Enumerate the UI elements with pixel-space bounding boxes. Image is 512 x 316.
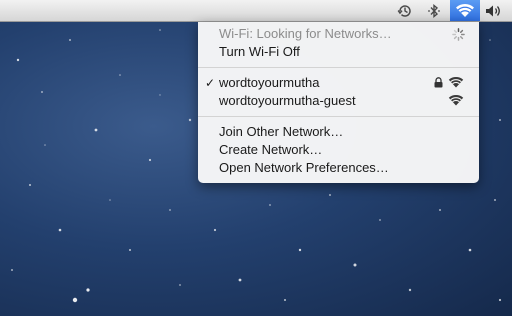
network-item[interactable]: wordtoyourmutha-guest xyxy=(198,92,479,110)
wifi-signal-icon xyxy=(448,76,464,88)
network-name: wordtoyourmutha xyxy=(219,75,320,90)
open-network-preferences-item[interactable]: Open Network Preferences… xyxy=(198,159,479,177)
menu-bar xyxy=(0,0,512,22)
lock-icon xyxy=(434,77,443,88)
wifi-status-label: Wi-Fi: Looking for Networks… xyxy=(219,26,392,41)
join-other-network-label: Join Other Network… xyxy=(219,124,344,139)
spinner-icon xyxy=(452,28,465,41)
separator xyxy=(198,67,479,68)
create-network-item[interactable]: Create Network… xyxy=(198,141,479,159)
network-item[interactable]: ✓ wordtoyourmutha xyxy=(198,74,479,92)
time-machine-icon[interactable] xyxy=(392,0,418,21)
network-name: wordtoyourmutha-guest xyxy=(219,93,356,108)
join-other-network-item[interactable]: Join Other Network… xyxy=(198,123,479,141)
wifi-status-item: Wi-Fi: Looking for Networks… xyxy=(198,25,479,43)
turn-wifi-off-label: Turn Wi-Fi Off xyxy=(219,44,300,59)
turn-wifi-off-item[interactable]: Turn Wi-Fi Off xyxy=(198,43,479,61)
volume-icon[interactable] xyxy=(481,0,505,21)
wifi-signal-icon xyxy=(448,94,464,106)
separator xyxy=(198,116,479,117)
wifi-menu: Wi-Fi: Looking for Networks… Turn Wi-Fi … xyxy=(198,22,479,183)
checkmark-icon: ✓ xyxy=(205,76,216,90)
create-network-label: Create Network… xyxy=(219,142,323,157)
bluetooth-icon[interactable] xyxy=(423,0,445,21)
wifi-icon[interactable] xyxy=(450,0,480,21)
open-network-preferences-label: Open Network Preferences… xyxy=(219,160,389,175)
